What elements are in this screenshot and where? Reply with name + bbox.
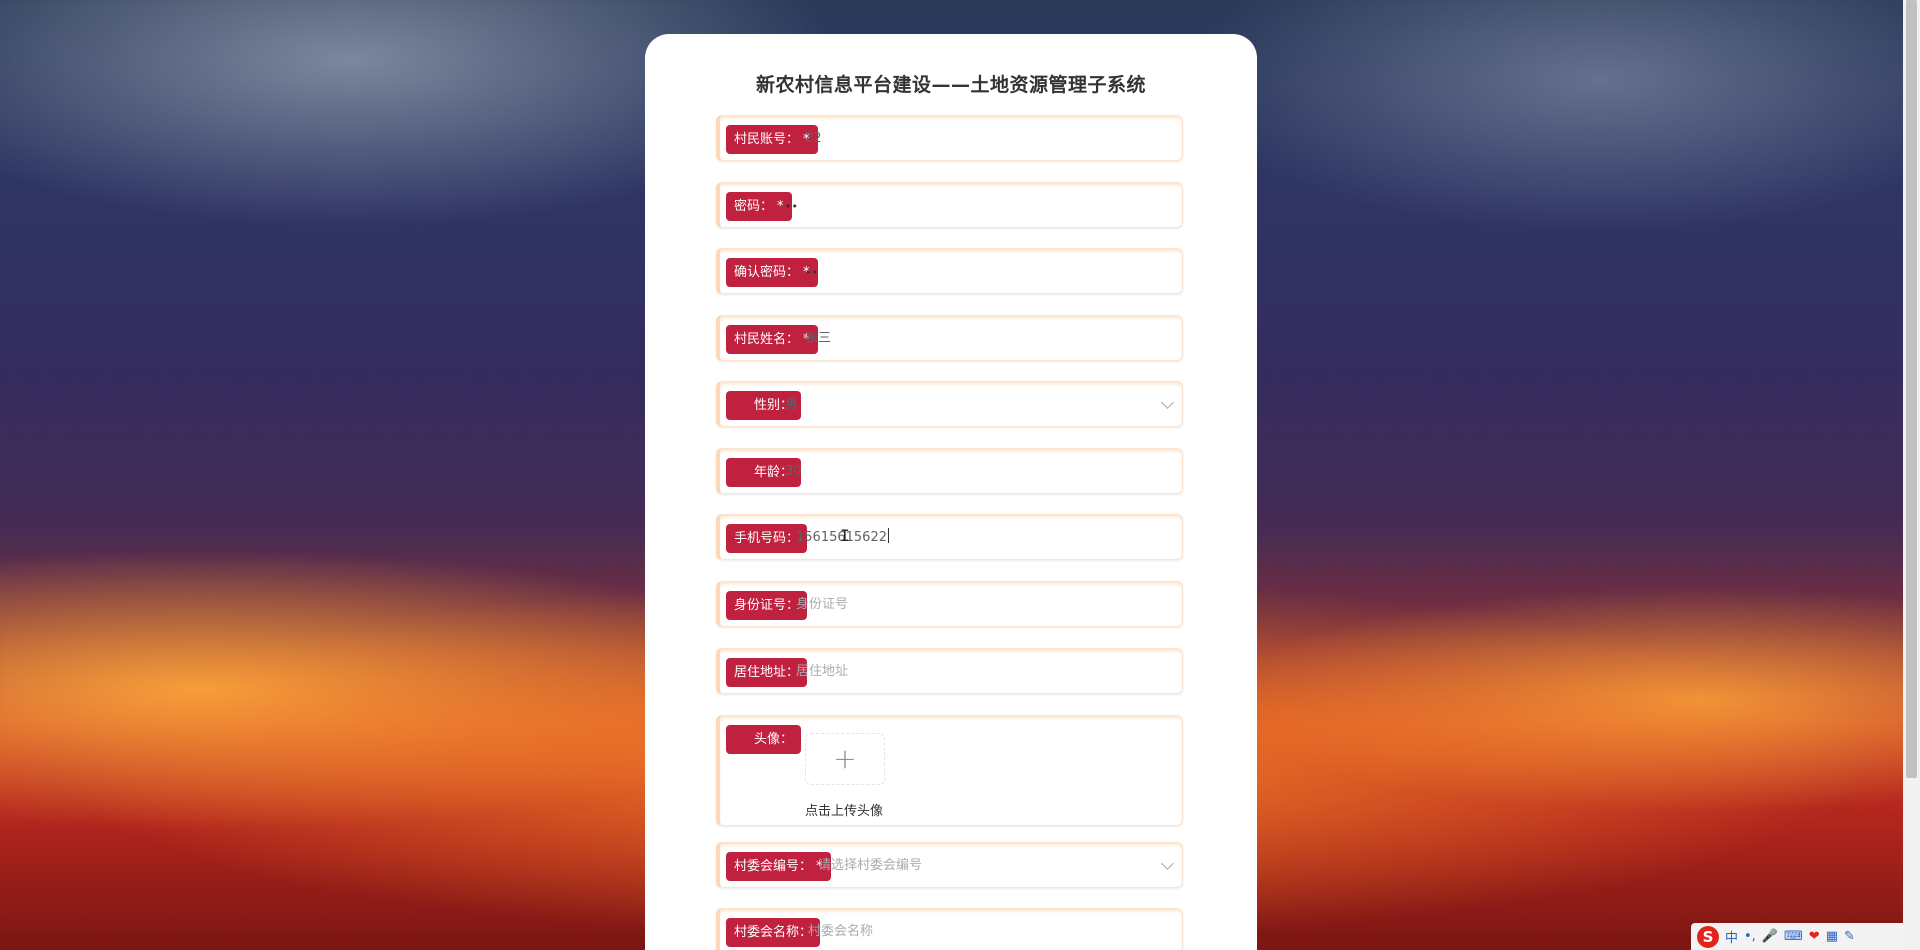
- mouse-cursor-icon: I: [840, 526, 850, 545]
- password-label: 密码： *: [726, 192, 792, 221]
- id-card-label: 身份证号：: [726, 591, 808, 620]
- avatar-label: 头像：: [726, 725, 802, 754]
- skin-icon[interactable]: ❤: [1809, 929, 1820, 944]
- scrollbar-thumb[interactable]: [1906, 0, 1917, 778]
- ime-mode-toggle[interactable]: 中: [1725, 927, 1738, 946]
- name-input[interactable]: 张三: [805, 328, 831, 350]
- chevron-down-icon[interactable]: [1161, 857, 1174, 870]
- phone-label: 手机号码：: [726, 524, 808, 553]
- id-card-row: 身份证号： 身份证号: [716, 581, 1183, 627]
- committee-name-input[interactable]: 村委会名称: [808, 921, 873, 943]
- committee-no-select[interactable]: 请选择村委会编号: [818, 855, 922, 877]
- account-input[interactable]: 22: [805, 128, 822, 150]
- required-mark: *: [777, 199, 784, 214]
- committee-name-row: 村委会名称： 村委会名称: [716, 908, 1183, 950]
- avatar-upload-hint: 点击上传头像: [805, 804, 884, 819]
- name-label: 村民姓名： *: [726, 325, 818, 354]
- keyboard-icon[interactable]: ⌨: [1784, 929, 1803, 944]
- punctuation-icon[interactable]: •,: [1744, 929, 1756, 944]
- phone-row: 手机号码： 15615615622 I: [716, 514, 1183, 560]
- address-input[interactable]: 居住地址: [796, 661, 848, 683]
- register-card: 新农村信息平台建设——土地资源管理子系统 村民账号： * 22 密码： * •• 确…: [645, 34, 1257, 950]
- committee-no-label: 村委会编号： *: [726, 852, 831, 881]
- confirm-password-label: 确认密码： *: [726, 258, 818, 287]
- avatar-upload-button[interactable]: +: [805, 733, 885, 785]
- account-label: 村民账号： *: [726, 125, 818, 154]
- chevron-down-icon[interactable]: [1161, 396, 1174, 409]
- gender-select[interactable]: 男: [785, 394, 798, 416]
- name-row: 村民姓名： * 张三: [716, 315, 1183, 361]
- age-row: 年龄： 30: [716, 448, 1183, 494]
- page-scrollbar[interactable]: [1903, 0, 1920, 950]
- page-title: 新农村信息平台建设——土地资源管理子系统: [755, 74, 1146, 96]
- confirm-password-input[interactable]: ••: [805, 262, 818, 284]
- ime-toolbar: S 中 •, 🎤 ⌨ ❤ ▦ ✎: [1691, 923, 1903, 950]
- address-row: 居住地址： 居住地址: [716, 648, 1183, 694]
- address-label: 居住地址：: [726, 658, 808, 687]
- committee-name-label: 村委会名称：: [726, 918, 821, 947]
- account-row: 村民账号： * 22: [716, 115, 1183, 161]
- grid-icon[interactable]: ▦: [1826, 929, 1838, 944]
- text-caret: [887, 528, 889, 543]
- avatar-row: 头像： + 点击上传头像: [716, 715, 1183, 826]
- microphone-icon[interactable]: 🎤: [1762, 929, 1778, 944]
- confirm-password-row: 确认密码： * ••: [716, 248, 1183, 294]
- sogou-logo-icon[interactable]: S: [1697, 925, 1719, 948]
- tools-icon[interactable]: ✎: [1844, 929, 1855, 944]
- id-card-input[interactable]: 身份证号: [796, 594, 848, 616]
- gender-row: 性别： 男: [716, 381, 1183, 427]
- committee-no-row: 村委会编号： * 请选择村委会编号: [716, 842, 1183, 888]
- plus-icon: +: [833, 742, 857, 775]
- password-input[interactable]: ••: [785, 196, 798, 218]
- password-row: 密码： * ••: [716, 182, 1183, 228]
- age-input[interactable]: 30: [785, 461, 802, 483]
